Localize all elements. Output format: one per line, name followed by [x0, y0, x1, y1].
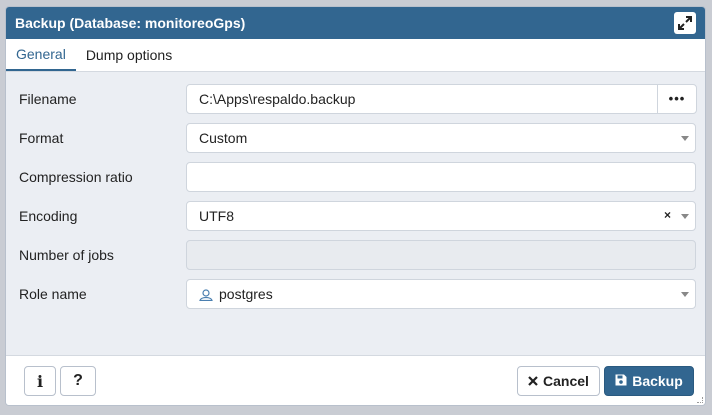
chevron-down-icon	[681, 135, 689, 141]
encoding-value: UTF8	[199, 207, 234, 224]
save-icon	[615, 373, 627, 389]
clear-icon[interactable]: ×	[664, 208, 671, 222]
jobs-row: Number of jobs	[6, 235, 705, 274]
filename-value: C:\Apps\respaldo.backup	[199, 90, 356, 107]
dialog-titlebar[interactable]: Backup (Database: monitoreoGps)	[6, 7, 705, 39]
general-form: Filename C:\Apps\respaldo.backup ••• For…	[6, 72, 705, 313]
filename-label: Filename	[19, 90, 77, 107]
chevron-down-icon	[681, 291, 689, 297]
role-row: Role name postgres	[6, 274, 705, 313]
compression-label: Compression ratio	[19, 168, 133, 185]
encoding-select[interactable]: UTF8 ×	[186, 200, 696, 231]
info-button[interactable]: i	[24, 366, 56, 396]
backup-label: Backup	[632, 373, 683, 389]
compression-row: Compression ratio	[6, 157, 705, 196]
backup-dialog: Backup (Database: monitoreoGps) General …	[5, 6, 706, 406]
format-label: Format	[19, 129, 64, 146]
format-select[interactable]: Custom	[186, 122, 696, 153]
format-value: Custom	[199, 129, 248, 146]
jobs-input	[186, 239, 696, 270]
help-icon: ?	[73, 372, 83, 389]
tab-dump-options[interactable]: Dump options	[76, 39, 182, 71]
filename-input[interactable]: C:\Apps\respaldo.backup	[186, 83, 658, 114]
maximize-icon[interactable]	[674, 12, 696, 34]
dialog-footer: i ? Cancel Backup	[6, 355, 705, 405]
jobs-label: Number of jobs	[19, 246, 114, 263]
encoding-row: Encoding UTF8 ×	[6, 196, 705, 235]
role-value: postgres	[219, 285, 273, 302]
format-row: Format Custom	[6, 118, 705, 157]
encoding-label: Encoding	[19, 207, 78, 224]
user-icon	[199, 288, 213, 301]
role-label: Role name	[19, 285, 87, 302]
chevron-down-icon	[681, 213, 689, 219]
filename-row: Filename C:\Apps\respaldo.backup •••	[6, 79, 705, 118]
browse-file-button[interactable]: •••	[657, 83, 697, 114]
cancel-button[interactable]: Cancel	[517, 366, 600, 396]
help-button[interactable]: ?	[60, 366, 96, 396]
role-select[interactable]: postgres	[186, 278, 696, 309]
compression-input[interactable]	[186, 161, 696, 192]
tab-general[interactable]: General	[6, 39, 76, 71]
dialog-title: Backup (Database: monitoreoGps)	[15, 15, 246, 31]
tab-bar: General Dump options	[6, 39, 705, 72]
resize-handle[interactable]	[697, 397, 703, 403]
backup-button[interactable]: Backup	[604, 366, 694, 396]
cancel-label: Cancel	[543, 373, 589, 389]
info-icon: i	[36, 371, 44, 391]
close-icon	[528, 373, 538, 389]
